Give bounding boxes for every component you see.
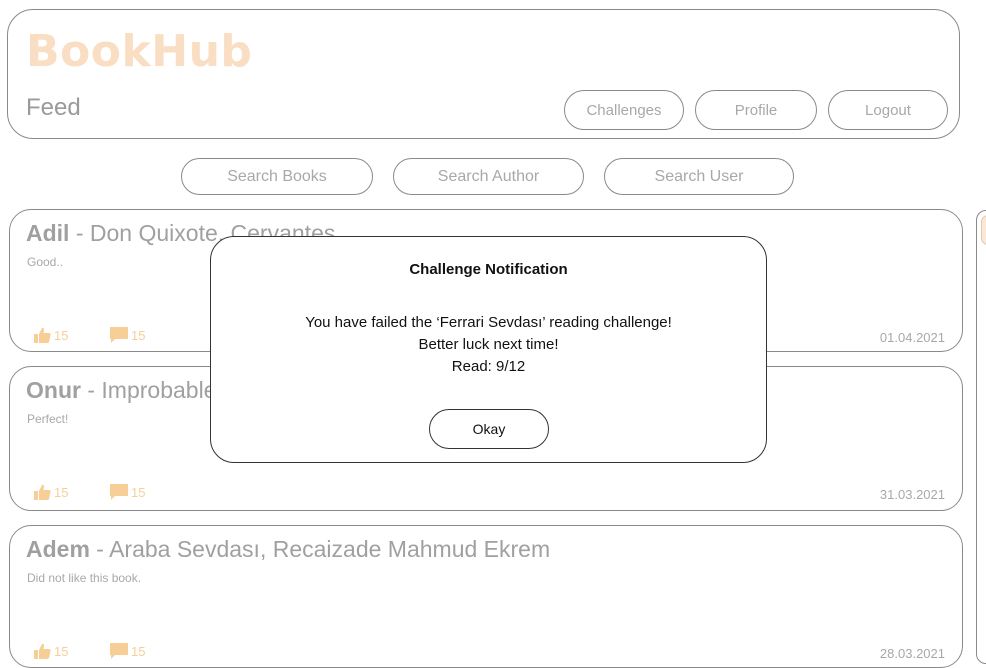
post-separator: - <box>69 220 90 246</box>
like-button[interactable]: 15 <box>34 484 68 500</box>
okay-button[interactable]: Okay <box>429 409 549 449</box>
like-button[interactable]: 15 <box>34 327 68 343</box>
post-date: 31.03.2021 <box>879 487 945 502</box>
like-count: 15 <box>54 327 69 343</box>
like-count: 15 <box>54 643 69 659</box>
post-separator: - <box>89 536 110 562</box>
post-date: 28.03.2021 <box>879 646 945 661</box>
post-user[interactable]: Adem <box>26 536 90 562</box>
thumbs-up-icon <box>34 484 51 500</box>
comment-count: 15 <box>131 484 146 500</box>
search-books-button[interactable]: Search Books <box>181 158 373 195</box>
comment-button[interactable]: 15 <box>110 484 145 500</box>
feed-post[interactable]: Adem - Araba Sevdası, Recaizade Mahmud E… <box>9 525 963 668</box>
side-panel-tab[interactable] <box>981 215 986 245</box>
dialog-read-count: Read: 9/12 <box>451 358 526 375</box>
comment-icon <box>110 327 128 343</box>
like-count: 15 <box>54 484 69 500</box>
comment-button[interactable]: 15 <box>110 327 145 343</box>
challenges-button[interactable]: Challenges <box>564 90 684 130</box>
profile-button[interactable]: Profile <box>695 90 817 130</box>
dialog-message-line: You have failed the ‘Ferrari Sevdası’ re… <box>305 314 672 331</box>
post-book[interactable]: Araba Sevdası, Recaizade Mahmud Ekrem <box>109 536 550 562</box>
dialog-title: Challenge Notification <box>409 261 568 278</box>
challenge-notification-dialog: Challenge Notification You have failed t… <box>210 236 767 463</box>
post-user[interactable]: Onur <box>26 377 81 403</box>
side-panel <box>976 210 986 664</box>
post-title: Adem - Araba Sevdası, Recaizade Mahmud E… <box>26 536 550 563</box>
dialog-message-line: Better luck next time! <box>418 336 559 353</box>
comment-icon <box>110 643 128 659</box>
post-comment: Perfect! <box>27 412 69 426</box>
search-author-button[interactable]: Search Author <box>393 158 584 195</box>
post-comment: Good.. <box>27 255 64 269</box>
comment-count: 15 <box>131 327 146 343</box>
post-comment: Did not like this book. <box>27 571 142 585</box>
comment-button[interactable]: 15 <box>110 643 145 659</box>
comment-count: 15 <box>131 643 146 659</box>
post-separator: - <box>80 377 102 403</box>
post-date: 01.04.2021 <box>879 330 945 345</box>
logout-button[interactable]: Logout <box>828 90 948 130</box>
brand-logo: BookHub <box>26 26 253 77</box>
page-title: Feed <box>26 94 81 121</box>
thumbs-up-icon <box>34 643 51 659</box>
post-user[interactable]: Adil <box>26 220 69 246</box>
thumbs-up-icon <box>34 327 51 343</box>
search-user-button[interactable]: Search User <box>604 158 794 195</box>
comment-icon <box>110 484 128 500</box>
app-header: BookHub Feed Challenges Profile Logout <box>7 9 960 139</box>
like-button[interactable]: 15 <box>34 643 68 659</box>
